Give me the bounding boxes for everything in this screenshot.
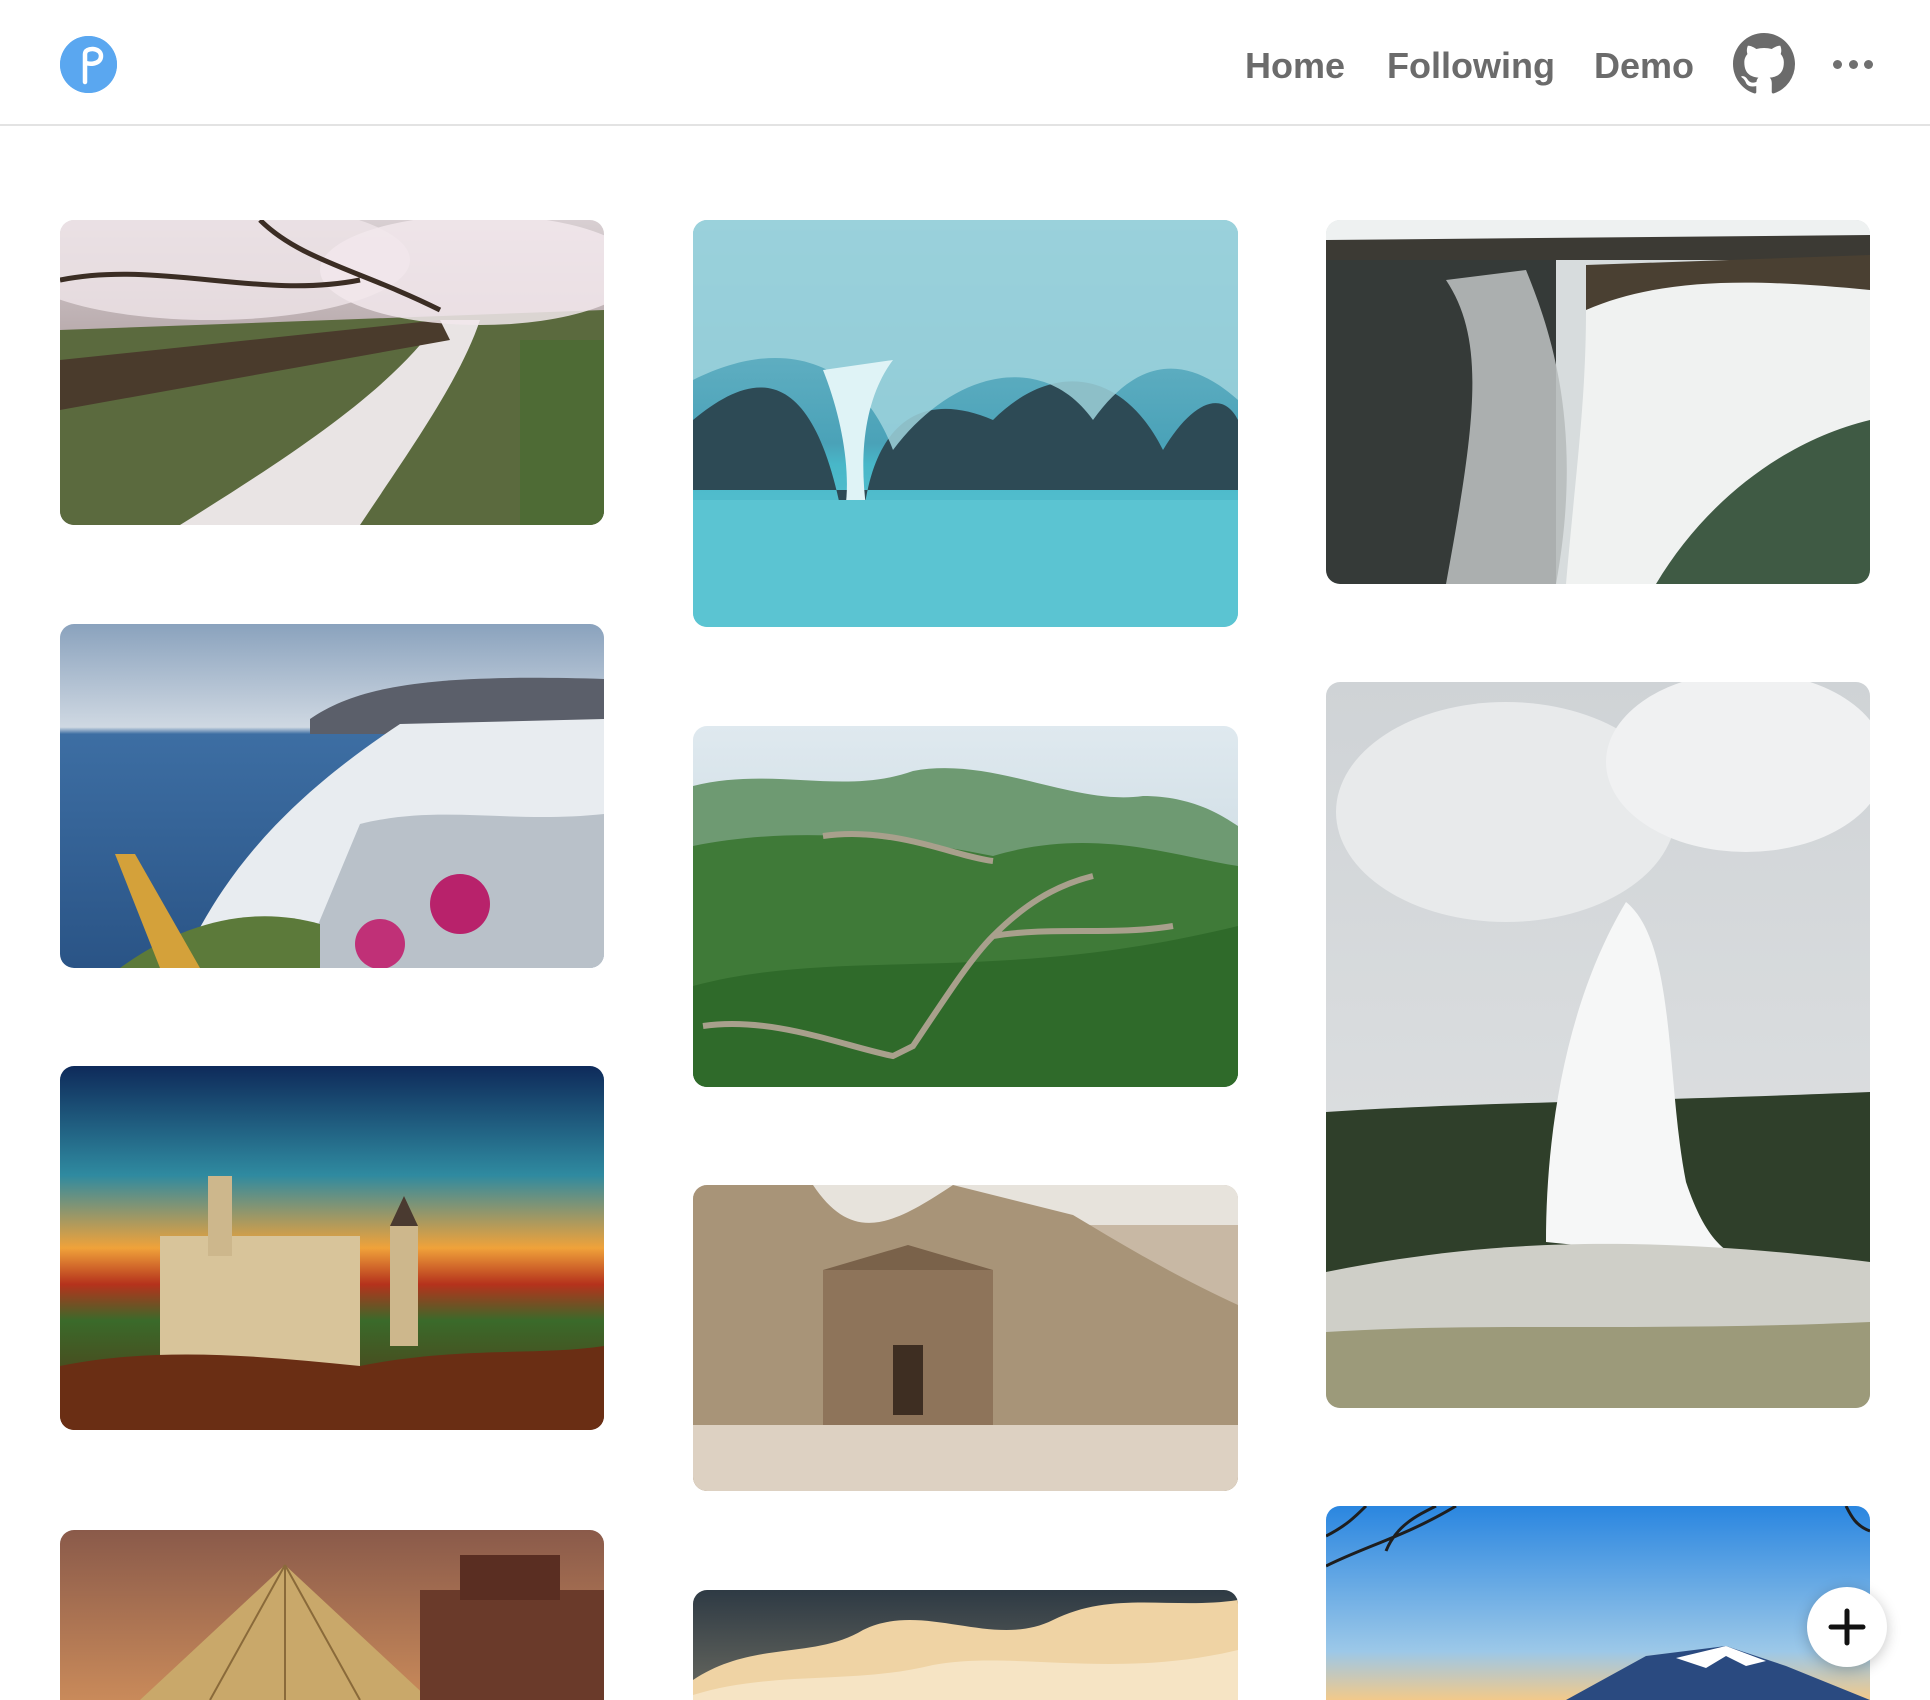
more-dot xyxy=(1864,59,1873,69)
pin-card-louvre-pyramid[interactable] xyxy=(60,1530,604,1700)
geyser-image xyxy=(1326,682,1870,1408)
pin-card-great-wall[interactable] xyxy=(693,726,1238,1087)
more-dot xyxy=(1848,59,1858,69)
plus-icon xyxy=(1828,1608,1866,1646)
nav-demo-link[interactable]: Demo xyxy=(1594,44,1694,88)
pin-card-cherry-blossom-path[interactable] xyxy=(60,220,604,525)
more-dot xyxy=(1833,59,1842,69)
pin-card-petra-monastery[interactable] xyxy=(693,1185,1238,1491)
pin-card-santorini-village[interactable] xyxy=(60,624,604,968)
neuschwanstein-castle-image xyxy=(60,1066,604,1430)
pin-card-neuschwanstein-castle[interactable] xyxy=(60,1066,604,1430)
santorini-village-image xyxy=(60,624,604,968)
nav-following-link[interactable]: Following xyxy=(1387,44,1555,88)
top-navigation-bar: Home Following Demo xyxy=(0,0,1930,126)
petra-monastery-image xyxy=(693,1185,1238,1491)
more-options-icon[interactable] xyxy=(1833,52,1873,76)
pinterest-logo-icon[interactable] xyxy=(60,36,117,93)
great-wall-image xyxy=(693,726,1238,1087)
add-pin-button[interactable] xyxy=(1807,1587,1887,1667)
pin-card-sea-of-clouds[interactable] xyxy=(693,1590,1238,1700)
nav-home-link[interactable]: Home xyxy=(1245,44,1345,88)
louvre-pyramid-image xyxy=(60,1530,604,1700)
mount-fuji-image xyxy=(1326,1506,1870,1700)
github-icon[interactable] xyxy=(1733,33,1795,95)
pin-card-waterfall[interactable] xyxy=(1326,220,1870,584)
sea-of-clouds-image xyxy=(693,1590,1238,1700)
cherry-blossom-path-image xyxy=(60,220,604,525)
waterfall-image xyxy=(1326,220,1870,584)
pin-card-mount-fuji[interactable] xyxy=(1326,1506,1870,1700)
marble-caves-image xyxy=(693,220,1238,627)
pin-card-marble-caves[interactable] xyxy=(693,220,1238,627)
pin-card-geyser[interactable] xyxy=(1326,682,1870,1408)
